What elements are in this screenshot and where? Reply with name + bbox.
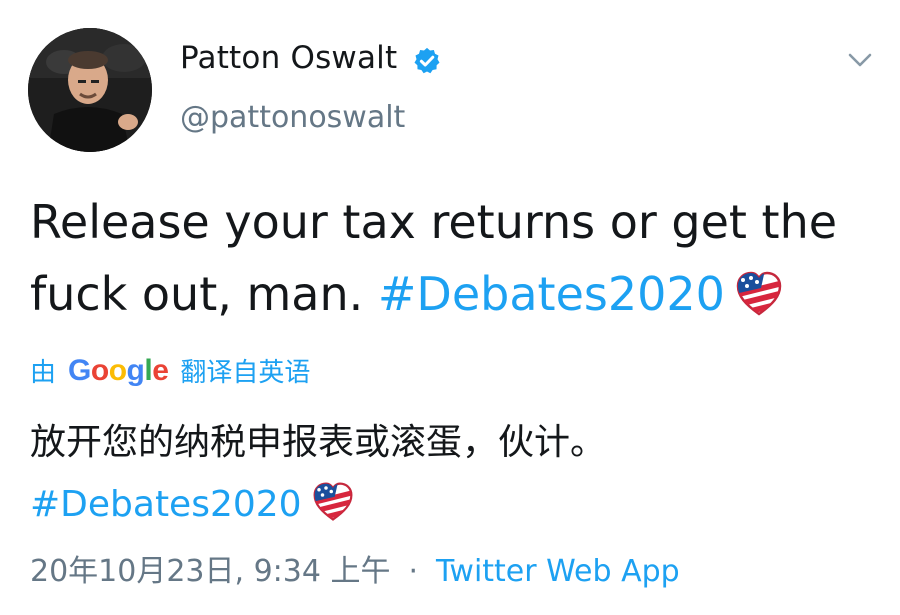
tweet-card: Patton Oswalt @pattonoswalt Release your… xyxy=(0,0,900,615)
verified-badge-icon xyxy=(414,47,440,74)
translated-text: 放开您的纳税申报表或滚蛋，伙计。 #Debates2020 xyxy=(30,412,870,536)
meta-separator: · xyxy=(408,554,419,589)
avatar-photo xyxy=(28,28,152,152)
translated-body: 放开您的纳税申报表或滚蛋，伙计。 xyxy=(30,422,607,463)
debates-flag-heart-icon xyxy=(736,271,782,316)
translated-hashtag-link[interactable]: #Debates2020 xyxy=(30,484,302,525)
debates-flag-heart-icon xyxy=(313,482,353,521)
tweet-meta: 20年10月23日, 9:34 上午 · Twitter Web App xyxy=(30,546,680,590)
translation-suffix: 翻译自英语 xyxy=(180,358,311,388)
display-name[interactable]: Patton Oswalt xyxy=(180,40,397,76)
tweet-hashtag-link[interactable]: #Debates2020 xyxy=(378,267,725,321)
avatar[interactable] xyxy=(28,28,152,152)
translation-attribution[interactable]: 由 Google 翻译自英语 xyxy=(30,352,310,389)
source-link[interactable]: Twitter Web App xyxy=(436,554,680,589)
tweet-text: Release your tax returns or get the fuck… xyxy=(30,186,880,330)
translation-prefix: 由 xyxy=(30,358,57,388)
chevron-down-icon[interactable] xyxy=(846,50,874,70)
google-logo: Google xyxy=(68,353,169,387)
timestamp[interactable]: 20年10月23日, 9:34 上午 xyxy=(30,554,391,589)
user-handle[interactable]: @pattonoswalt xyxy=(180,100,405,135)
